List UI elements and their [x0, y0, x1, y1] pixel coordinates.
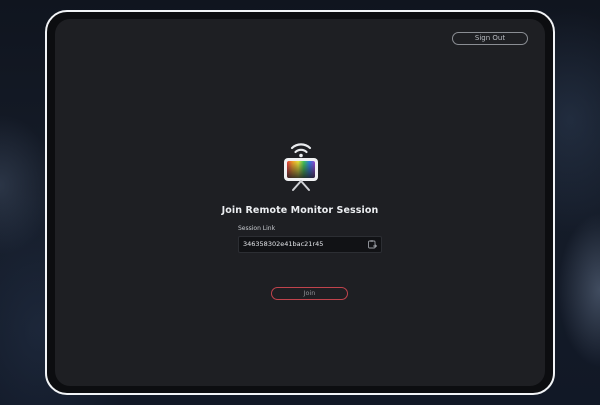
remote-monitor-icon — [284, 143, 318, 191]
page-title: Join Remote Monitor Session — [221, 205, 379, 216]
device-frame: Sign Out Join Remote Monitor Session Ses… — [45, 10, 555, 395]
app-screen: Sign Out Join Remote Monitor Session Ses… — [55, 19, 545, 386]
join-button[interactable]: Join — [271, 287, 348, 300]
session-link-label: Session Link — [238, 225, 276, 232]
session-link-value: 346358302e41bac21r45 — [243, 240, 324, 248]
sign-out-button[interactable]: Sign Out — [452, 32, 528, 45]
session-link-field[interactable]: 346358302e41bac21r45 — [238, 236, 382, 253]
paste-icon[interactable] — [367, 239, 378, 250]
